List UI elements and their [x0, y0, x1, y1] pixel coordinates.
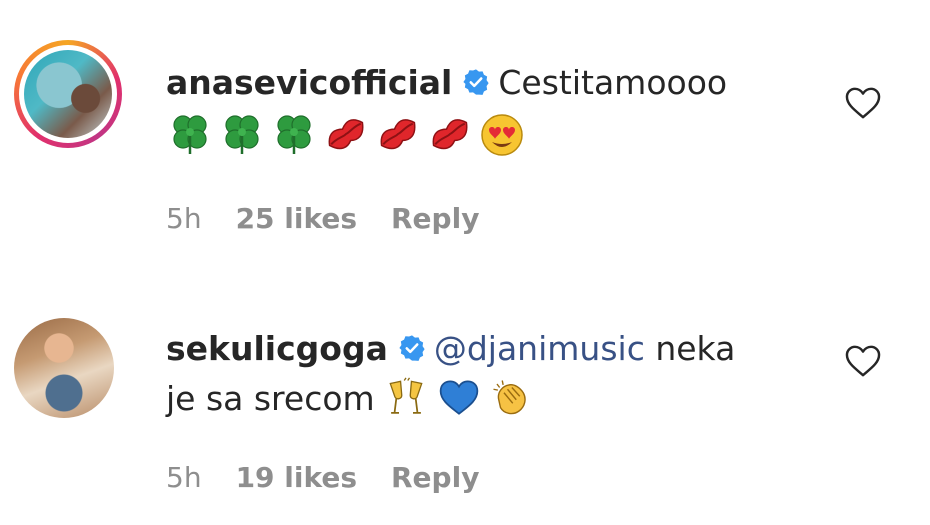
kiss-mark-icon	[328, 119, 364, 150]
avatar-image	[24, 50, 112, 138]
verified-badge-icon	[463, 68, 489, 95]
heart-outline-icon[interactable]	[844, 344, 882, 378]
reply-button[interactable]: Reply	[391, 461, 479, 494]
clapping-hands-icon	[493, 379, 526, 414]
comment-meta: 5h 25 likes Reply	[166, 202, 513, 235]
avatar[interactable]	[14, 318, 114, 418]
comment-body: sekulicgoga @djanimusic neka je sa sreco…	[166, 324, 826, 425]
kiss-mark-icon	[380, 119, 416, 150]
mention-link[interactable]: @djanimusic	[434, 329, 645, 368]
four-leaf-clover-icon	[277, 115, 311, 154]
comment-time: 5h	[166, 202, 202, 235]
comment-username[interactable]: anasevicofficial	[166, 63, 452, 102]
comment-meta: 5h 19 likes Reply	[166, 461, 513, 494]
reply-button[interactable]: Reply	[391, 202, 479, 235]
kiss-mark-icon	[432, 119, 468, 150]
comment-text: Cestitamoooo	[498, 63, 728, 102]
comment-text: je sa srecom	[166, 379, 375, 418]
comment-body: anasevicofficial Cestitamoooo	[166, 58, 826, 160]
avatar-image	[14, 318, 114, 418]
comment-time: 5h	[166, 461, 202, 494]
comment-likes[interactable]: 19 likes	[236, 461, 357, 494]
blue-heart-icon	[439, 379, 478, 415]
comment-username[interactable]: sekulicgoga	[166, 329, 388, 368]
verified-badge-icon	[399, 334, 425, 361]
emoji-row	[166, 108, 826, 160]
four-leaf-clover-icon	[173, 115, 207, 154]
comment-likes[interactable]: 25 likes	[236, 202, 357, 235]
heart-eyes-face-icon	[481, 114, 523, 156]
comment-text: neka	[644, 329, 736, 368]
comment-list: anasevicofficial Cestitamoooo 5h 25 like…	[0, 0, 930, 525]
clinking-glasses-icon	[389, 377, 423, 414]
avatar[interactable]	[14, 40, 122, 148]
heart-outline-icon[interactable]	[844, 86, 882, 120]
four-leaf-clover-icon	[225, 115, 259, 154]
